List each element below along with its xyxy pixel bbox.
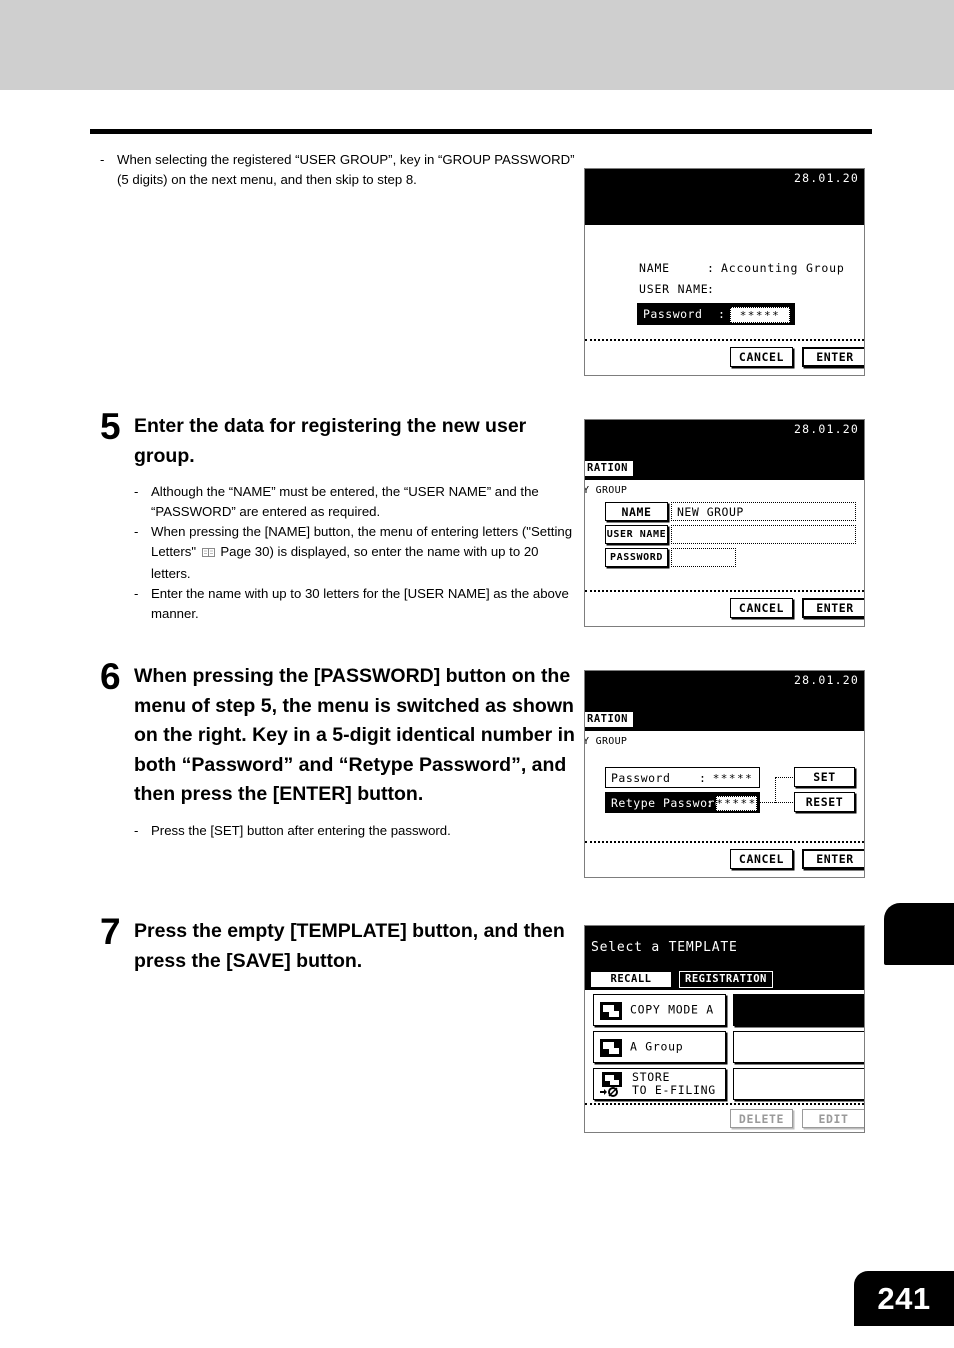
lcd2-header: 28.01.20 RATION [585, 420, 864, 480]
lcd3-separator [585, 841, 864, 843]
lcd3-password-field[interactable]: Password : ***** [605, 767, 760, 788]
lcd4-body: COPY MODE A A Group STORE TO E-FILING DE… [585, 990, 864, 1132]
page-header-rule [90, 129, 872, 134]
lcd1-name-colon: : [707, 261, 715, 275]
lcd3-cancel-button[interactable]: CANCEL [730, 849, 793, 869]
document-icon [600, 1002, 622, 1023]
lcd2-name-button[interactable]: NAME [605, 502, 668, 521]
scan-artifact-band [0, 0, 954, 90]
step-7: 7 Press the empty [TEMPLATE] button, and… [100, 911, 575, 976]
edge-thumb-tab [884, 903, 954, 965]
lcd4-template-item-1-label: COPY MODE A [630, 1002, 714, 1017]
lcd3-body: Y GROUP Password : ***** Retype Password… [585, 731, 864, 877]
lcd4-template-item-3[interactable]: STORE TO E-FILING [593, 1068, 726, 1100]
lcd4-recall-tab[interactable]: RECALL [590, 971, 672, 988]
lcd3-connector-to-set [775, 777, 793, 778]
document-icon [600, 1039, 622, 1060]
bullet-dash: - [134, 524, 139, 539]
lcd2-name-value[interactable]: NEW GROUP [671, 502, 856, 521]
step-5-note-1: Although the “NAME” must be entered, the… [151, 484, 539, 519]
lcd1-name-value: Accounting Group [721, 261, 845, 275]
lcd1-name-label: NAME [639, 261, 670, 275]
lcd2-password-value[interactable] [671, 548, 736, 567]
lcd-new-group-screen: 28.01.20 RATION Y GROUP NAME NEW GROUP U… [584, 419, 865, 627]
lcd2-separator [585, 590, 864, 592]
lcd3-password-value: ***** [711, 771, 755, 786]
lcd4-edit-button[interactable]: EDIT [802, 1109, 864, 1128]
lcd2-password-button[interactable]: PASSWORD [605, 548, 668, 567]
lcd4-template-item-2-label: A Group [630, 1039, 684, 1054]
lcd4-delete-button[interactable]: DELETE [730, 1109, 793, 1128]
step-5-note-3: Enter the name with up to 30 letters for… [151, 586, 569, 621]
step-6-heading: When pressing the [PASSWORD] button on t… [134, 665, 575, 805]
lcd4-registration-tab[interactable]: REGISTRATION [679, 971, 773, 988]
lcd4-template-item-2[interactable]: A Group [593, 1031, 726, 1063]
lcd4-empty-slot-3[interactable] [733, 1068, 864, 1100]
lcd3-connector-to-reset [760, 802, 793, 803]
lcd3-retype-colon: : [706, 795, 714, 810]
step-6-number: 6 [100, 656, 121, 697]
lcd1-cancel-button[interactable]: CANCEL [730, 347, 793, 367]
lcd3-retype-value: ***** [716, 796, 757, 811]
intro-note: - When selecting the registered “USER GR… [100, 150, 575, 190]
lcd4-header: Select a TEMPLATE RECALL REGISTRATION [585, 926, 864, 990]
step-5-note-2: When pressing the [NAME] button, the men… [151, 522, 575, 584]
lcd4-template-item-3-label: STORE TO E-FILING [632, 1070, 716, 1097]
book-icon [201, 544, 215, 564]
lcd4-template-item-1[interactable]: COPY MODE A [593, 994, 726, 1026]
bullet-dash: - [134, 484, 139, 499]
page-number: 241 [854, 1271, 954, 1326]
step-7-heading: Press the empty [TEMPLATE] button, and t… [134, 920, 565, 972]
document-efiling-icon [600, 1072, 628, 1099]
lcd1-header: 28.01.20 [585, 169, 864, 225]
lcd1-password-label: Password [643, 307, 703, 321]
lcd3-password-colon: : [699, 770, 707, 785]
lcd2-body: Y GROUP NAME NEW GROUP USER NAME PASSWOR… [585, 480, 864, 626]
lcd2-username-button[interactable]: USER NAME [605, 525, 668, 544]
lcd4-empty-slot-2[interactable] [733, 1031, 864, 1063]
lcd2-enter-button[interactable]: ENTER [802, 598, 864, 618]
step-5: 5 Enter the data for registering the new… [100, 406, 575, 624]
lcd3-set-button[interactable]: SET [794, 767, 855, 787]
step-5-number: 5 [100, 406, 121, 447]
intro-note-text: When selecting the registered “USER GROU… [117, 152, 575, 187]
bullet-dash: - [100, 152, 105, 167]
lcd1-username-colon: : [707, 282, 715, 296]
lcd3-connector-vertical [775, 777, 776, 803]
lcd1-password-value: ***** [730, 307, 790, 323]
lcd3-date: 28.01.20 [794, 673, 859, 687]
lcd1-username-label: USER NAME [639, 282, 709, 296]
lcd3-subtitle: Y GROUP [584, 736, 628, 747]
lcd-password-entry-screen: 28.01.20 RATION Y GROUP Password : *****… [584, 670, 865, 878]
lcd3-password-label: Password [611, 770, 671, 785]
lcd2-subtitle: Y GROUP [584, 485, 628, 496]
lcd-template-screen: Select a TEMPLATE RECALL REGISTRATION CO… [584, 925, 865, 1133]
lcd2-registration-tab[interactable]: RATION [585, 460, 634, 477]
lcd3-enter-button[interactable]: ENTER [802, 849, 864, 869]
lcd3-reset-button[interactable]: RESET [794, 792, 855, 812]
lcd1-password-colon: : [718, 307, 726, 321]
lcd-group-password-screen: 28.01.20 NAME : Accounting Group USER NA… [584, 168, 865, 376]
lcd2-date: 28.01.20 [794, 422, 859, 436]
step-7-number: 7 [100, 911, 121, 952]
lcd1-date: 28.01.20 [794, 171, 859, 185]
lcd1-enter-button[interactable]: ENTER [802, 347, 864, 367]
lcd2-username-value[interactable] [671, 525, 856, 544]
step-5-heading: Enter the data for registering the new u… [134, 415, 527, 467]
lcd4-separator [585, 1103, 864, 1105]
lcd1-password-field[interactable]: Password : ***** [637, 303, 795, 325]
step-6-note-1: Press the [SET] button after entering th… [151, 822, 451, 838]
lcd1-separator [585, 339, 864, 341]
lcd4-title: Select a TEMPLATE [591, 940, 738, 955]
lcd2-cancel-button[interactable]: CANCEL [730, 598, 793, 618]
lcd4-empty-slot-1[interactable] [733, 994, 864, 1026]
lcd3-header: 28.01.20 RATION [585, 671, 864, 731]
step-6: 6 When pressing the [PASSWORD] button on… [100, 656, 575, 841]
lcd3-retype-field[interactable]: Retype Password : ***** [605, 792, 760, 813]
bullet-dash: - [134, 822, 139, 838]
bullet-dash: - [134, 586, 139, 601]
lcd3-registration-tab[interactable]: RATION [585, 711, 634, 728]
lcd1-body: NAME : Accounting Group USER NAME : Pass… [585, 225, 864, 375]
